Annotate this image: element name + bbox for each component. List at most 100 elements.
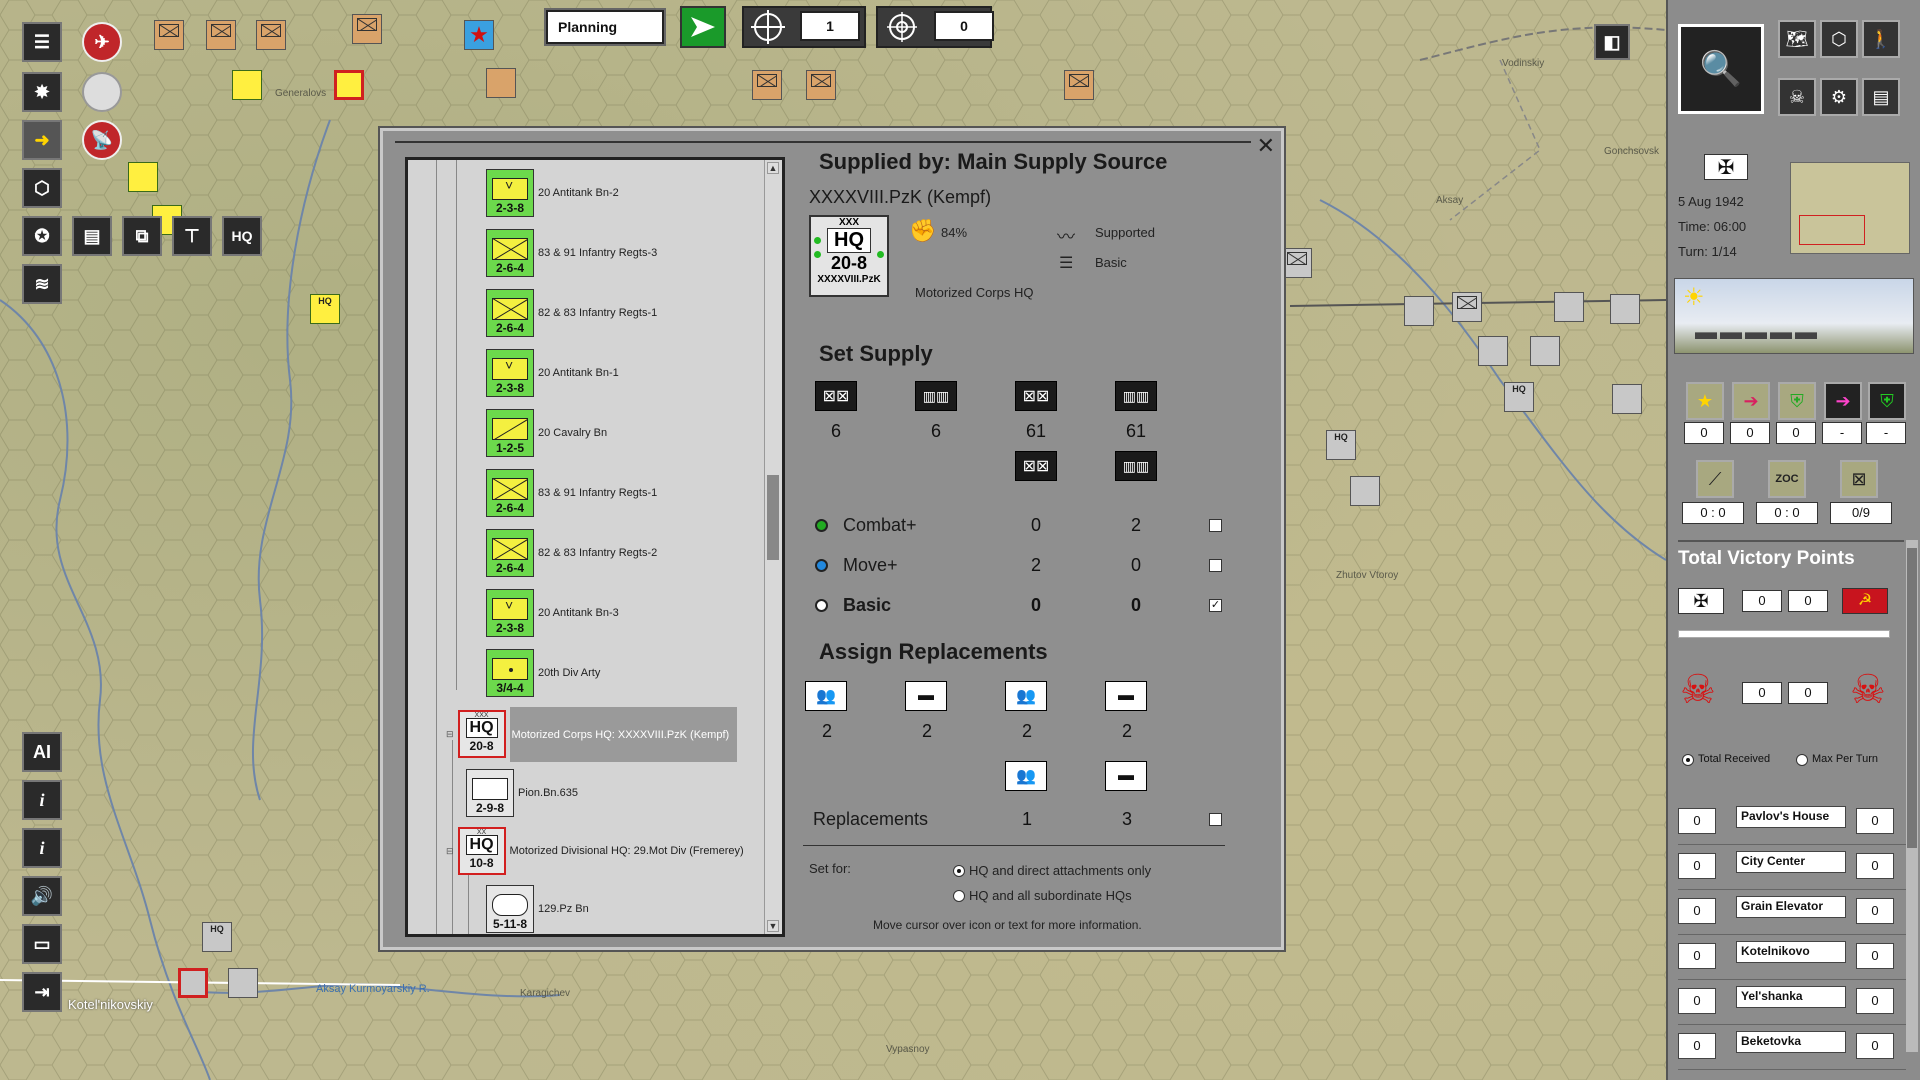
sound-button[interactable]: 🔊 [22, 876, 62, 916]
enemy-unit-counter[interactable] [154, 20, 184, 50]
max-per-turn-label[interactable]: Max Per Turn [1812, 753, 1878, 765]
movement-button[interactable]: ➜ [22, 120, 62, 160]
tree-item-unit[interactable]: 2-6-4 82 & 83 Infantry Regts-2 [486, 524, 657, 582]
friendly-hq-counter[interactable]: HQ [310, 294, 340, 324]
enemy-unit-counter[interactable] [178, 968, 208, 998]
shield-button[interactable]: ⛨ [1778, 382, 1816, 420]
vp-scrollbar[interactable] [1906, 540, 1918, 1052]
tree-item-corps-hq[interactable]: ⊟ XXX HQ 20-8 Motorized Corps HQ: XXXXVI… [446, 705, 738, 763]
total-received-label[interactable]: Total Received [1698, 753, 1770, 765]
tree-item-unit[interactable]: 2-3-8 20 Antitank Bn-1 [486, 344, 619, 402]
enemy-unit-counter[interactable] [1282, 248, 1312, 278]
hex-button[interactable]: ⬡ [22, 168, 62, 208]
minimap-viewport[interactable] [1799, 215, 1865, 245]
enemy-hq-counter[interactable]: HQ [1326, 430, 1356, 460]
org-chart-button[interactable]: ⊤ [172, 216, 212, 256]
enemy-unit-counter[interactable] [228, 968, 258, 998]
enemy-unit-counter[interactable] [1530, 336, 1560, 366]
option-all-label[interactable]: HQ and all subordinate HQs [969, 888, 1132, 903]
soviet-star-counter[interactable]: ★ [464, 20, 494, 50]
tree-item-unit[interactable]: 2-6-4 83 & 91 Infantry Regts-1 [486, 464, 657, 522]
enemy-hq-counter[interactable]: HQ [1504, 382, 1534, 412]
radio-button[interactable]: 📡 [82, 120, 122, 160]
exit-button[interactable]: ⇥ [22, 972, 62, 1012]
destroyed-button[interactable]: ⚙ [1820, 78, 1858, 116]
enemy-unit-counter[interactable] [206, 20, 236, 50]
combat-button[interactable]: ✸ [22, 72, 62, 112]
enemy-unit-counter[interactable] [1064, 70, 1094, 100]
star-button[interactable]: ✪ [22, 216, 62, 256]
tree-item-unit[interactable]: 2-3-8 20 Antitank Bn-2 [486, 164, 619, 222]
tree-item-pz[interactable]: 5-11-8 129.Pz Bn [486, 880, 589, 934]
enemy-unit-counter[interactable] [1610, 294, 1640, 324]
tree-item-div-hq[interactable]: ⊟ XX HQ 10-8 Motorized Divisional HQ: 29… [446, 822, 744, 880]
enemy-unit-counter[interactable] [1612, 384, 1642, 414]
enemy-unit-counter[interactable] [752, 70, 782, 100]
friendly-unit-counter[interactable] [334, 70, 364, 100]
zoc-button[interactable]: ZOC [1768, 460, 1806, 498]
option-direct-label[interactable]: HQ and direct attachments only [969, 863, 1151, 878]
tree-item-unit[interactable]: 1-2-5 20 Cavalry Bn [486, 404, 607, 462]
objective-row[interactable]: 0 Pavlov's House 0 [1678, 806, 1906, 845]
tree-item-unit[interactable]: 2-6-4 82 & 83 Infantry Regts-1 [486, 284, 657, 342]
list-button[interactable]: ▤ [72, 216, 112, 256]
artillery-button[interactable]: ⟋ [1696, 460, 1734, 498]
air-toggle-button[interactable]: ✈ [82, 22, 122, 62]
ai-button[interactable]: AI [22, 732, 62, 772]
enemy-unit-counter[interactable] [1554, 292, 1584, 322]
tree-item-pion[interactable]: 2-9-8 Pion.Bn.635 [466, 764, 578, 822]
info-2-button[interactable]: i [22, 828, 62, 868]
unit-counter-large[interactable]: XXX HQ 20-8 XXXXVIII.PzK [809, 215, 889, 297]
minimap[interactable] [1790, 162, 1910, 254]
soldier-button[interactable]: 🚶 [1862, 20, 1900, 58]
unit-stack-button[interactable]: ⊠ [1840, 460, 1878, 498]
scroll-down-icon[interactable]: ▼ [767, 920, 779, 932]
mission-editor-button[interactable]: 🔍 [1678, 24, 1764, 114]
objective-row[interactable]: 0 Yel'shanka 0 [1678, 986, 1906, 1025]
report-button[interactable]: ☰ [22, 22, 62, 62]
layers-button[interactable]: ≋ [22, 264, 62, 304]
option-all-radio[interactable] [953, 890, 965, 902]
objective-row[interactable]: 0 Kotelnikovo 0 [1678, 941, 1906, 980]
objective-row[interactable]: 0 Grain Elevator 0 [1678, 896, 1906, 935]
tree-item-unit[interactable]: 2-6-4 83 & 91 Infantry Regts-3 [486, 224, 657, 282]
enemy-unit-counter[interactable] [1478, 336, 1508, 366]
total-received-radio[interactable] [1682, 754, 1694, 766]
enemy-unit-counter[interactable] [1404, 296, 1434, 326]
weather-button[interactable] [82, 72, 122, 112]
display-button[interactable]: ▭ [22, 924, 62, 964]
tree-item-unit[interactable]: 2-3-8 20 Antitank Bn-3 [486, 584, 619, 642]
hq-button[interactable]: HQ [222, 216, 262, 256]
attack-arrow-button[interactable]: ➔ [1824, 382, 1862, 420]
scroll-up-icon[interactable]: ▲ [767, 162, 779, 174]
defense-shield-button[interactable]: ⛨ [1868, 382, 1906, 420]
enemy-hq-counter[interactable]: HQ [202, 922, 232, 952]
info-1-button[interactable]: i [22, 780, 62, 820]
phase-display[interactable]: Planning [544, 8, 666, 46]
enemy-unit-counter[interactable] [256, 20, 286, 50]
next-phase-button[interactable] [680, 6, 726, 48]
friendly-unit-counter[interactable] [232, 70, 262, 100]
tree-scrollbar[interactable]: ▲ ▼ [764, 160, 782, 934]
unit-tree[interactable]: 2-3-8 20 Antitank Bn-2 2-6-4 83 & 91 Infant… [405, 157, 785, 937]
supply-level-checkbox[interactable] [1209, 519, 1222, 532]
tree-item-unit[interactable]: 3/4-4 20th Div Arty [486, 644, 600, 702]
replacements-checkbox[interactable] [1209, 813, 1222, 826]
scroll-thumb[interactable] [1907, 548, 1917, 848]
objective-row[interactable]: 0 Beketovka 0 [1678, 1031, 1906, 1070]
star-rating-button[interactable]: ★ [1686, 382, 1724, 420]
supply-level-checkbox[interactable]: ✓ [1209, 599, 1222, 612]
enemy-unit-counter[interactable] [1452, 292, 1482, 322]
enemy-unit-counter[interactable] [1350, 476, 1380, 506]
enemy-unit-counter[interactable] [486, 68, 516, 98]
log-button[interactable]: ▤ [1862, 78, 1900, 116]
scroll-thumb[interactable] [767, 475, 779, 560]
stack-button[interactable]: ⧉ [122, 216, 162, 256]
casualties-button[interactable]: ☠ [1778, 78, 1816, 116]
enemy-unit-counter[interactable] [806, 70, 836, 100]
move-arrow-button[interactable]: ➔ [1732, 382, 1770, 420]
friendly-unit-counter[interactable] [128, 162, 158, 192]
option-direct-radio[interactable] [953, 865, 965, 877]
supply-level-checkbox[interactable] [1209, 559, 1222, 572]
map-view-button[interactable]: 🗺 [1778, 20, 1816, 58]
